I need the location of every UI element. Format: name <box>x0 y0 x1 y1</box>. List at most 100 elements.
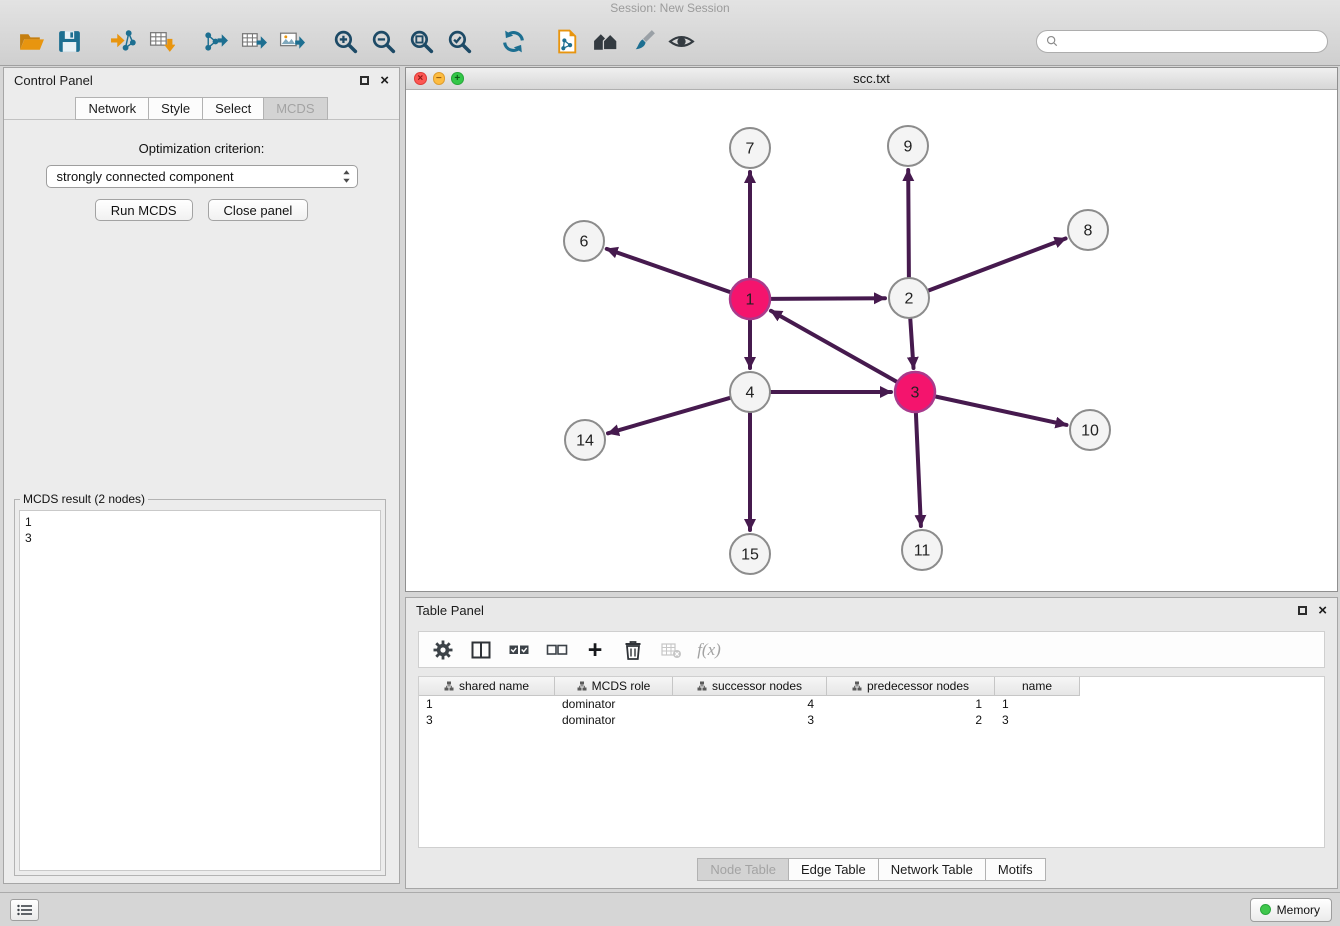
tab-node-table[interactable]: Node Table <box>697 858 789 881</box>
edge-3-11[interactable] <box>916 413 921 526</box>
export-image-icon <box>278 28 305 55</box>
window-traffic-lights: × − + <box>414 68 464 89</box>
edge-1-6[interactable] <box>607 249 731 292</box>
result-line: 1 <box>25 514 375 530</box>
tab-network[interactable]: Network <box>75 97 149 120</box>
function-builder-button[interactable]: f(x) <box>691 634 727 665</box>
apply-layout-button[interactable] <box>494 21 532 61</box>
status-menu-button[interactable] <box>10 899 39 921</box>
unselect-all-columns-button[interactable] <box>539 634 575 665</box>
select-all-columns-button[interactable] <box>501 634 537 665</box>
zoom-in-button[interactable] <box>326 21 364 61</box>
graph-node-4[interactable]: 4 <box>730 372 770 412</box>
zoom-selected-button[interactable] <box>440 21 478 61</box>
memory-button[interactable]: Memory <box>1250 898 1332 922</box>
column-header-predecessor-nodes[interactable]: predecessor nodes <box>827 677 995 695</box>
tab-select[interactable]: Select <box>202 97 264 120</box>
close-panel-icon[interactable]: × <box>380 73 389 88</box>
close-window-button[interactable]: × <box>414 72 427 85</box>
network-canvas[interactable]: 7 9 6 8 1 2 4 3 14 10 15 11 <box>406 90 1337 591</box>
column-header-mcds-role[interactable]: MCDS role <box>555 677 673 695</box>
minimize-window-button[interactable]: − <box>433 72 446 85</box>
first-neighbors-button[interactable] <box>586 21 624 61</box>
edge-2-9[interactable] <box>908 170 909 277</box>
edge-3-10[interactable] <box>936 397 1067 425</box>
column-header-shared-name[interactable]: shared name <box>419 677 555 695</box>
graph-node-14[interactable]: 14 <box>565 420 605 460</box>
window-titlebar[interactable]: Session: New Session <box>0 0 1340 17</box>
float-panel-icon[interactable] <box>360 76 369 85</box>
save-disk-icon <box>56 28 83 55</box>
graph-node-11[interactable]: 11 <box>902 530 942 570</box>
maximize-window-button[interactable]: + <box>451 72 464 85</box>
zoom-fit-button[interactable] <box>402 21 440 61</box>
edge-1-2[interactable] <box>771 298 885 299</box>
column-header-successor-nodes[interactable]: successor nodes <box>673 677 827 695</box>
graph-node-6[interactable]: 6 <box>564 221 604 261</box>
add-column-button[interactable]: + <box>577 634 613 665</box>
mcds-result-list[interactable]: 1 3 <box>19 510 381 871</box>
export-image-button[interactable] <box>272 21 310 61</box>
zoom-out-icon <box>370 28 397 55</box>
window-chrome: Session: New Session <box>0 0 1340 66</box>
edge-4-14[interactable] <box>608 398 730 433</box>
search-box[interactable] <box>1036 30 1328 53</box>
new-network-from-selection-button[interactable] <box>548 21 586 61</box>
run-mcds-button[interactable]: Run MCDS <box>95 199 193 221</box>
graph-node-2[interactable]: 2 <box>889 278 929 318</box>
edge-3-1[interactable] <box>771 311 897 382</box>
export-network-button[interactable] <box>196 21 234 61</box>
node-label: 3 <box>911 385 920 402</box>
close-table-panel-icon[interactable]: × <box>1318 603 1327 618</box>
cell-successor-nodes: 3 <box>673 713 827 727</box>
delete-column-button[interactable] <box>615 634 651 665</box>
graph-node-10[interactable]: 10 <box>1070 410 1110 450</box>
cell-successor-nodes: 4 <box>673 697 827 711</box>
style-brush-button[interactable] <box>624 21 662 61</box>
unchecked-boxes-icon <box>546 639 568 661</box>
cell-shared-name: 3 <box>419 713 555 727</box>
window-title: Session: New Session <box>610 1 729 15</box>
edge-2-8[interactable] <box>929 239 1066 291</box>
open-session-button[interactable] <box>12 21 50 61</box>
search-input[interactable] <box>1064 34 1318 49</box>
show-hide-button[interactable] <box>662 21 700 61</box>
main-toolbar <box>0 17 1340 65</box>
table-panel-tabs: Node Table Edge Table Network Table Moti… <box>406 858 1337 881</box>
node-label: 15 <box>741 547 759 564</box>
edge-2-3[interactable] <box>910 319 913 368</box>
tab-style[interactable]: Style <box>148 97 203 120</box>
tab-mcds[interactable]: MCDS <box>263 97 327 120</box>
close-panel-button[interactable]: Close panel <box>208 199 309 221</box>
sort-icon <box>852 681 862 691</box>
delete-table-button[interactable] <box>653 634 689 665</box>
save-session-button[interactable] <box>50 21 88 61</box>
import-table-button[interactable] <box>142 21 180 61</box>
checked-boxes-icon <box>508 639 530 661</box>
table-header-row: shared name MCDS role successor nodes pr… <box>419 677 1080 696</box>
tab-motifs[interactable]: Motifs <box>985 858 1046 881</box>
graph-node-3[interactable]: 3 <box>895 372 935 412</box>
export-table-button[interactable] <box>234 21 272 61</box>
float-table-panel-icon[interactable] <box>1298 606 1307 615</box>
graph-node-8[interactable]: 8 <box>1068 210 1108 250</box>
table-settings-button[interactable] <box>425 634 461 665</box>
table-row[interactable]: 3 dominator 3 2 3 <box>419 712 1324 728</box>
show-columns-button[interactable] <box>463 634 499 665</box>
network-window-titlebar[interactable]: × − + scc.txt <box>406 68 1337 90</box>
column-header-name[interactable]: name <box>995 677 1080 695</box>
import-network-button[interactable] <box>104 21 142 61</box>
graph-node-7[interactable]: 7 <box>730 128 770 168</box>
node-label: 6 <box>580 234 589 251</box>
export-network-icon <box>202 28 229 55</box>
optimization-criterion-select[interactable]: strongly connected component <box>46 165 358 188</box>
table-row[interactable]: 1 dominator 4 1 1 <box>419 696 1324 712</box>
tab-edge-table[interactable]: Edge Table <box>788 858 879 881</box>
tab-network-table[interactable]: Network Table <box>878 858 986 881</box>
zoom-out-button[interactable] <box>364 21 402 61</box>
node-label: 14 <box>576 433 594 450</box>
graph-node-1[interactable]: 1 <box>730 279 770 319</box>
graph-node-9[interactable]: 9 <box>888 126 928 166</box>
graph-node-15[interactable]: 15 <box>730 534 770 574</box>
control-panel-header: Control Panel × <box>4 68 399 92</box>
